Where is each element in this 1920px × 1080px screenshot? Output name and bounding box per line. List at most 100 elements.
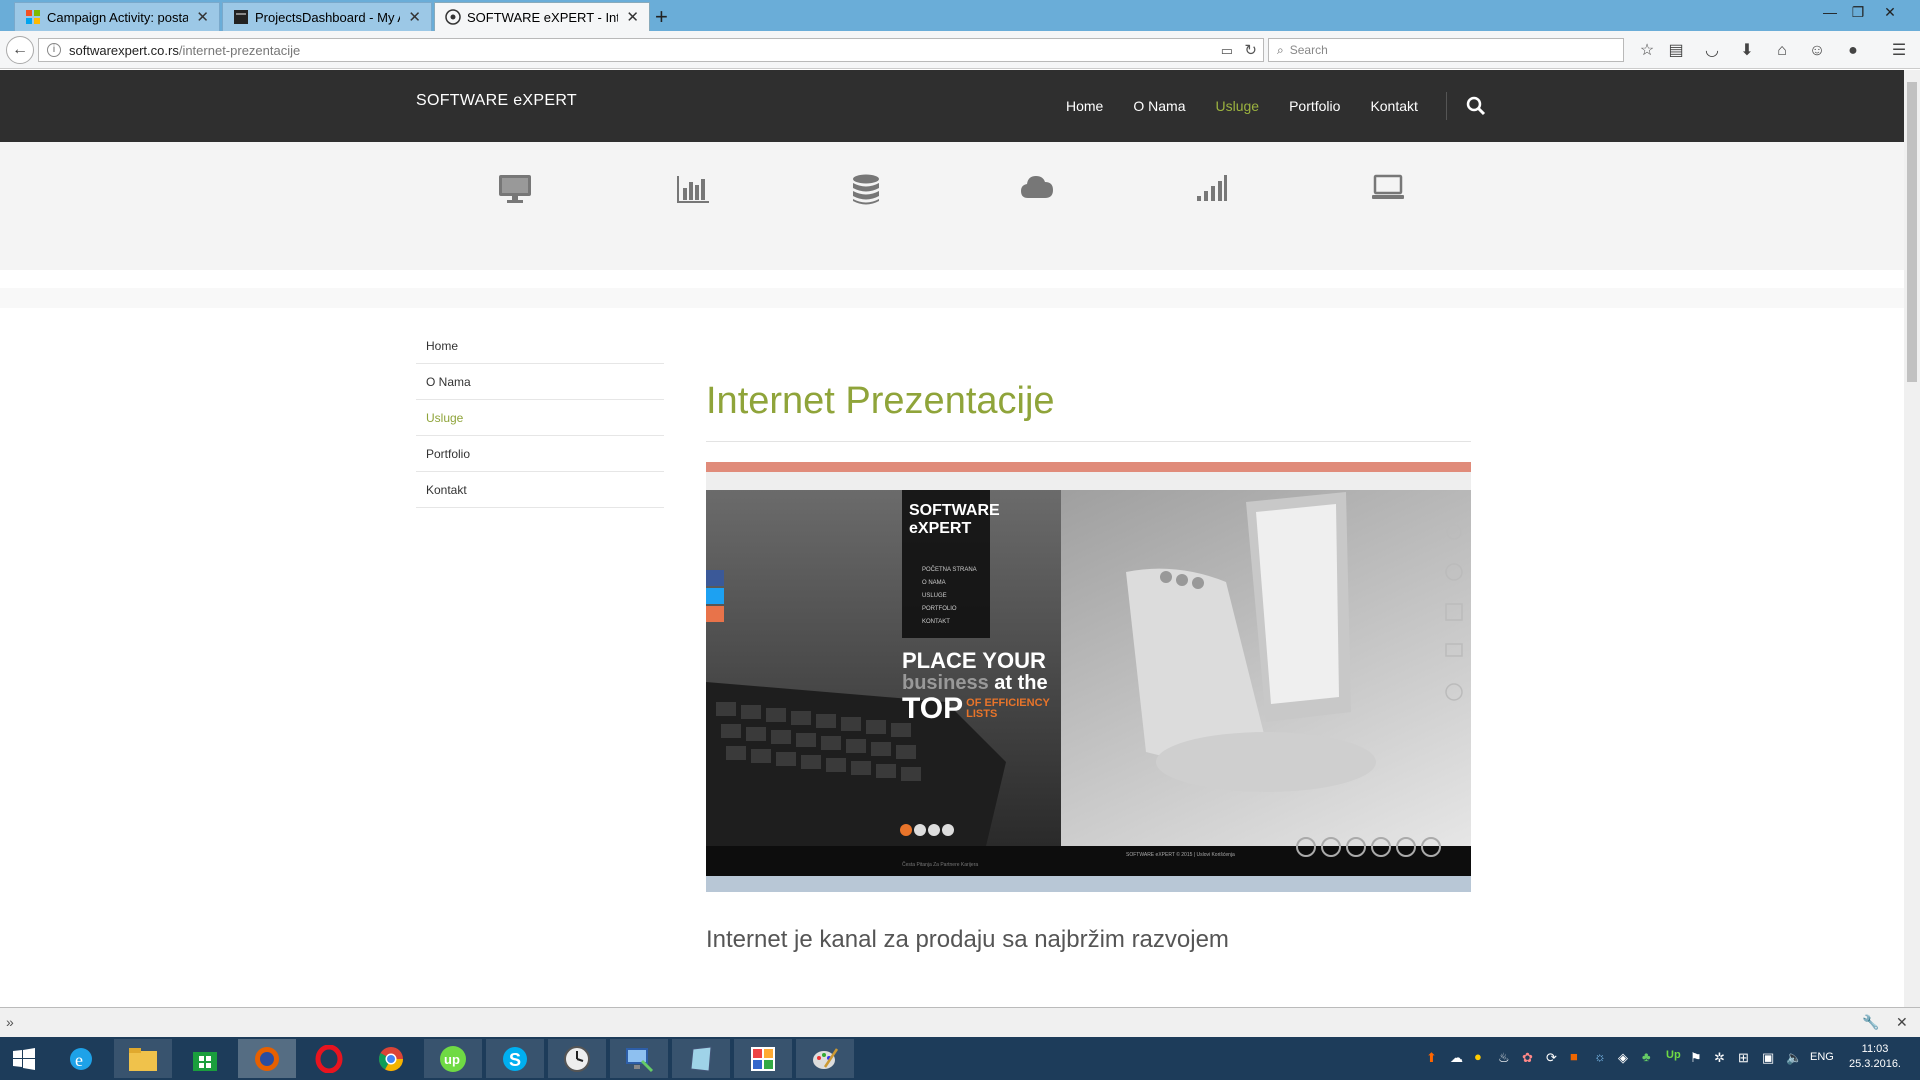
tray-upwork-icon[interactable]: Up (1666, 1049, 1681, 1061)
screenshot-menu-item: POČETNA STRANA (922, 567, 977, 573)
tray-flag-icon[interactable]: ⚑ (1690, 1050, 1702, 1066)
clock-date: 25.3.2016. (1849, 1058, 1901, 1070)
headline-lists: LISTS (966, 708, 998, 720)
search-icon: ⌕ (1277, 42, 1284, 57)
screenshot-menu: POČETNA STRANA O NAMA USLUGE PORTFOLIO K… (922, 564, 977, 629)
tray-cloud-icon[interactable]: ☁ (1450, 1050, 1463, 1066)
start-button[interactable] (0, 1039, 48, 1078)
menu-hamburger-icon[interactable]: ☰ (1888, 40, 1910, 62)
tray-bug-icon[interactable]: ✲ (1714, 1050, 1725, 1066)
taskbar-paint[interactable] (796, 1039, 854, 1078)
headline-business: business (902, 672, 989, 694)
tab-close-icon[interactable]: ✕ (196, 8, 209, 26)
taskbar-clock-app[interactable] (548, 1039, 606, 1078)
extension-icon[interactable]: ● (1842, 40, 1864, 62)
close-window-button[interactable]: ✕ (1870, 0, 1910, 24)
tray-arrow-icon[interactable]: ⬆ (1426, 1050, 1437, 1066)
tab-close-icon[interactable]: ✕ (408, 8, 421, 26)
tab-software-expert[interactable]: SOFTWARE eXPERT - Inter... ✕ (434, 2, 650, 31)
taskbar-upwork[interactable]: up (424, 1039, 482, 1078)
downloads-icon[interactable]: ⬇ (1736, 40, 1758, 62)
addon-bar: » 🔧 ✕ (0, 1007, 1920, 1037)
clock-time: 11:03 (1861, 1043, 1889, 1055)
site-logo[interactable]: SOFTWARE eXPERT (416, 92, 577, 110)
screenshot-footer-links: Česta Pitanja Za Partnere Karijera (902, 862, 979, 868)
close-bar-icon[interactable]: ✕ (1896, 1014, 1908, 1031)
taskbar-firefox[interactable] (238, 1039, 296, 1078)
service-icons-strip (0, 142, 1904, 270)
pocket-icon[interactable]: ◡ (1701, 40, 1723, 62)
laptop-icon[interactable] (1371, 174, 1405, 202)
hello-chat-icon[interactable]: ☺ (1806, 40, 1828, 62)
home-icon[interactable]: ⌂ (1771, 40, 1793, 62)
wrench-icon[interactable]: 🔧 (1862, 1014, 1879, 1031)
tab-close-icon[interactable]: ✕ (626, 8, 639, 26)
taskbar-skype[interactable]: S (486, 1039, 544, 1078)
cloud-icon[interactable] (1020, 174, 1054, 200)
back-button[interactable]: ← (6, 36, 34, 64)
screenshot-menu-item: USLUGE (922, 593, 947, 599)
language-indicator[interactable]: ENG (1810, 1051, 1834, 1063)
taskbar-opera[interactable] (300, 1039, 358, 1078)
taskbar-notepad[interactable] (672, 1039, 730, 1078)
tab-campaign-activity[interactable]: Campaign Activity: postav... ✕ (14, 2, 220, 31)
sidenav-portfolio[interactable]: Portfolio (416, 436, 664, 472)
reader-view-icon[interactable]: ▭ (1221, 43, 1233, 59)
taskbar-ie[interactable]: e (52, 1039, 110, 1078)
tray-badge-icon[interactable]: ● (1474, 1049, 1482, 1064)
tray-shield-icon[interactable]: ◈ (1618, 1050, 1628, 1066)
tray-app-icon[interactable]: ✿ (1522, 1050, 1533, 1066)
upwork-icon: up (440, 1045, 466, 1072)
tray-leaf-icon[interactable]: ♣ (1642, 1049, 1651, 1064)
screenshot-logo-line2: eXPERT (909, 520, 972, 537)
menu-usluge[interactable]: Usluge (1215, 98, 1259, 114)
bookmark-star-icon[interactable]: ☆ (1636, 40, 1658, 62)
tray-flame-icon[interactable]: ♨ (1498, 1050, 1510, 1066)
network-icon[interactable]: ▣ (1762, 1050, 1774, 1066)
bar-chart-icon[interactable] (676, 174, 710, 204)
monitor-icon[interactable] (498, 174, 532, 204)
svg-text:S: S (509, 1050, 521, 1070)
bookmarks-list-icon[interactable]: ▤ (1665, 40, 1687, 62)
site-favicon-icon (445, 9, 461, 25)
screenshot-menu-item: O NAMA (922, 580, 946, 586)
headline-at-the: at the (994, 672, 1048, 694)
volume-icon[interactable]: 🔈 (1786, 1050, 1802, 1066)
tray-sync-icon[interactable]: ⟳ (1546, 1050, 1557, 1066)
taskbar-remote-desktop[interactable] (610, 1039, 668, 1078)
tray-square-icon[interactable]: ■ (1570, 1049, 1578, 1064)
taskbar-app-tiles[interactable] (734, 1039, 792, 1078)
new-tab-button[interactable]: + (655, 4, 668, 30)
tray-windows-icon[interactable]: ⊞ (1738, 1050, 1749, 1066)
taskbar-chrome[interactable] (362, 1039, 420, 1078)
taskbar-store[interactable] (176, 1039, 234, 1078)
browser-tab-bar: Campaign Activity: postav... ✕ ProjectsD… (0, 0, 1920, 31)
windows-taskbar: e up S ⬆ ☁ ● ♨ ✿ ⟳ ■ ☼ ◈ ♣ Up ⚑ ✲ ⊞ ▣ 🔈 … (0, 1037, 1920, 1080)
menu-o-nama[interactable]: O Nama (1133, 98, 1185, 114)
address-bar[interactable]: i softwarexpert.co.rs/internet-prezentac… (38, 38, 1264, 62)
screenshot-logo-line1: SOFTWARE (909, 502, 1000, 519)
taskbar-clock[interactable]: 11:03 25.3.2016. (1840, 1042, 1910, 1072)
site-search-icon[interactable] (1466, 96, 1486, 116)
expand-chevron-icon[interactable]: » (6, 1014, 14, 1030)
database-icon[interactable] (851, 174, 881, 206)
internet-explorer-icon: e (70, 1047, 92, 1070)
tray-weather-icon[interactable]: ☼ (1594, 1049, 1606, 1064)
scrollbar-thumb[interactable] (1907, 82, 1917, 382)
tiles-app-icon (751, 1046, 775, 1071)
tab-projects-dashboard[interactable]: ProjectsDashboard - My A... ✕ (222, 2, 432, 31)
sidenav-usluge[interactable]: Usluge (416, 400, 664, 436)
page-scrollbar[interactable] (1904, 70, 1920, 1007)
sidenav-kontakt[interactable]: Kontakt (416, 472, 664, 508)
reload-icon[interactable]: ↻ (1244, 41, 1257, 59)
search-field[interactable]: ⌕ Search (1268, 38, 1624, 62)
sidenav-home[interactable]: Home (416, 328, 664, 364)
menu-home[interactable]: Home (1066, 98, 1103, 114)
signal-icon[interactable] (1196, 174, 1228, 202)
menu-portfolio[interactable]: Portfolio (1289, 98, 1340, 114)
svg-text:e: e (75, 1050, 83, 1070)
sidenav-o-nama[interactable]: O Nama (416, 364, 664, 400)
taskbar-file-explorer[interactable] (114, 1039, 172, 1078)
menu-kontakt[interactable]: Kontakt (1370, 98, 1417, 114)
site-info-icon[interactable]: i (47, 43, 61, 57)
